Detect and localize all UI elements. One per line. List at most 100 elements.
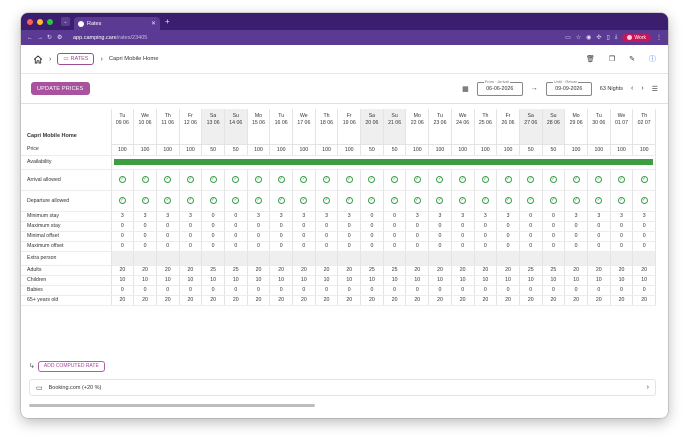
- value-cell[interactable]: 0: [179, 231, 203, 242]
- edit-pencil-icon[interactable]: ✎: [629, 55, 635, 63]
- value-cell[interactable]: 100: [156, 144, 180, 156]
- value-cell[interactable]: 0: [269, 221, 293, 232]
- allowed-cell[interactable]: ✓: [224, 169, 248, 191]
- add-computed-rate-button[interactable]: ADD COMPUTED RATE: [37, 360, 105, 372]
- value-cell[interactable]: 20: [587, 265, 611, 276]
- minimize-window-dot[interactable]: [37, 18, 43, 25]
- value-cell[interactable]: 0: [610, 285, 634, 296]
- allowed-cell[interactable]: ✓: [428, 169, 452, 191]
- value-cell[interactable]: 0: [111, 231, 135, 242]
- value-cell[interactable]: 20: [315, 295, 339, 306]
- allowed-cell[interactable]: ✓: [564, 190, 588, 212]
- value-cell[interactable]: 10: [179, 275, 203, 286]
- value-cell[interactable]: 0: [451, 221, 475, 232]
- value-cell[interactable]: 50: [383, 144, 407, 156]
- bookmark-star-icon[interactable]: ☆: [576, 34, 581, 41]
- value-cell[interactable]: 20: [269, 295, 293, 306]
- value-cell[interactable]: 20: [610, 265, 634, 276]
- value-cell[interactable]: 100: [564, 144, 588, 156]
- close-window-dot[interactable]: [27, 18, 33, 25]
- value-cell[interactable]: 0: [133, 285, 157, 296]
- value-cell[interactable]: 100: [632, 144, 656, 156]
- value-cell[interactable]: 10: [610, 275, 634, 286]
- allowed-cell[interactable]: ✓: [337, 169, 362, 191]
- value-cell[interactable]: 0: [542, 241, 566, 252]
- value-cell[interactable]: 10: [383, 275, 407, 286]
- horizontal-scrollbar[interactable]: [29, 404, 315, 407]
- value-cell[interactable]: 20: [133, 265, 157, 276]
- sidepanel-icon[interactable]: ▯: [606, 34, 609, 41]
- value-cell[interactable]: 0: [405, 285, 430, 296]
- value-cell[interactable]: 0: [201, 285, 225, 296]
- value-cell[interactable]: 0: [610, 241, 634, 252]
- value-cell[interactable]: 0: [337, 231, 362, 242]
- allowed-cell[interactable]: ✓: [474, 169, 498, 191]
- value-cell[interactable]: 100: [133, 144, 157, 156]
- browser-tab[interactable]: Rates ✕: [74, 17, 160, 30]
- booking-computed-rate[interactable]: ▭ Booking.com (+20 %) ›: [29, 379, 656, 396]
- value-cell[interactable]: 3: [610, 211, 634, 222]
- value-cell[interactable]: 0: [564, 285, 588, 296]
- value-cell[interactable]: 20: [315, 265, 339, 276]
- allowed-cell[interactable]: ✓: [269, 169, 293, 191]
- value-cell[interactable]: 20: [360, 295, 384, 306]
- allowed-cell[interactable]: ✓: [496, 190, 520, 212]
- value-cell[interactable]: 50: [360, 144, 384, 156]
- allowed-cell[interactable]: ✓: [224, 190, 248, 212]
- allowed-cell[interactable]: ✓: [360, 169, 384, 191]
- update-prices-button[interactable]: UPDATE PRICES: [31, 82, 90, 95]
- value-cell[interactable]: 0: [179, 285, 203, 296]
- value-cell[interactable]: 0: [269, 241, 293, 252]
- allowed-cell[interactable]: ✓: [337, 190, 362, 212]
- value-cell[interactable]: 0: [360, 211, 384, 222]
- value-cell[interactable]: 0: [587, 231, 611, 242]
- value-cell[interactable]: 0: [360, 285, 384, 296]
- value-cell[interactable]: 3: [111, 211, 135, 222]
- value-cell[interactable]: 0: [292, 241, 316, 252]
- value-cell[interactable]: 3: [474, 211, 498, 222]
- allowed-cell[interactable]: ✓: [292, 190, 316, 212]
- value-cell[interactable]: 10: [587, 275, 611, 286]
- value-cell[interactable]: 3: [564, 211, 588, 222]
- value-cell[interactable]: 10: [133, 275, 157, 286]
- value-cell[interactable]: 10: [451, 275, 475, 286]
- value-cell[interactable]: 0: [247, 231, 271, 242]
- value-cell[interactable]: 0: [337, 285, 362, 296]
- new-tab-icon[interactable]: +: [165, 17, 170, 26]
- allowed-cell[interactable]: ✓: [269, 190, 293, 212]
- value-cell[interactable]: 100: [610, 144, 634, 156]
- value-cell[interactable]: 20: [292, 295, 316, 306]
- value-cell[interactable]: 0: [269, 285, 293, 296]
- allowed-cell[interactable]: ✓: [179, 190, 203, 212]
- value-cell[interactable]: 0: [564, 231, 588, 242]
- value-cell[interactable]: 20: [564, 295, 588, 306]
- value-cell[interactable]: 20: [156, 295, 180, 306]
- value-cell[interactable]: 50: [519, 144, 543, 156]
- value-cell[interactable]: 20: [111, 265, 135, 276]
- allowed-cell[interactable]: ✓: [111, 169, 135, 191]
- value-cell[interactable]: 0: [632, 241, 656, 252]
- value-cell[interactable]: 10: [474, 275, 498, 286]
- value-cell[interactable]: 0: [201, 221, 225, 232]
- allowed-cell[interactable]: ✓: [133, 190, 157, 212]
- value-cell[interactable]: 0: [360, 221, 384, 232]
- value-cell[interactable]: 0: [111, 241, 135, 252]
- value-cell[interactable]: 0: [542, 285, 566, 296]
- value-cell[interactable]: 0: [337, 241, 362, 252]
- value-cell[interactable]: 20: [179, 295, 203, 306]
- value-cell[interactable]: 0: [519, 285, 543, 296]
- availability-bar[interactable]: [113, 159, 653, 165]
- list-view-icon[interactable]: ☰: [652, 85, 658, 93]
- value-cell[interactable]: 10: [337, 275, 362, 286]
- extension-icon[interactable]: ◉: [586, 34, 591, 41]
- value-cell[interactable]: 100: [428, 144, 452, 156]
- value-cell[interactable]: 20: [474, 295, 498, 306]
- allowed-cell[interactable]: ✓: [383, 169, 407, 191]
- allowed-cell[interactable]: ✓: [315, 190, 339, 212]
- value-cell[interactable]: 0: [610, 221, 634, 232]
- site-info-icon[interactable]: ⚙: [57, 34, 67, 41]
- value-cell[interactable]: 0: [360, 231, 384, 242]
- help-icon[interactable]: ⓘ: [649, 54, 656, 64]
- value-cell[interactable]: 0: [451, 285, 475, 296]
- forward-icon[interactable]: →: [37, 35, 47, 41]
